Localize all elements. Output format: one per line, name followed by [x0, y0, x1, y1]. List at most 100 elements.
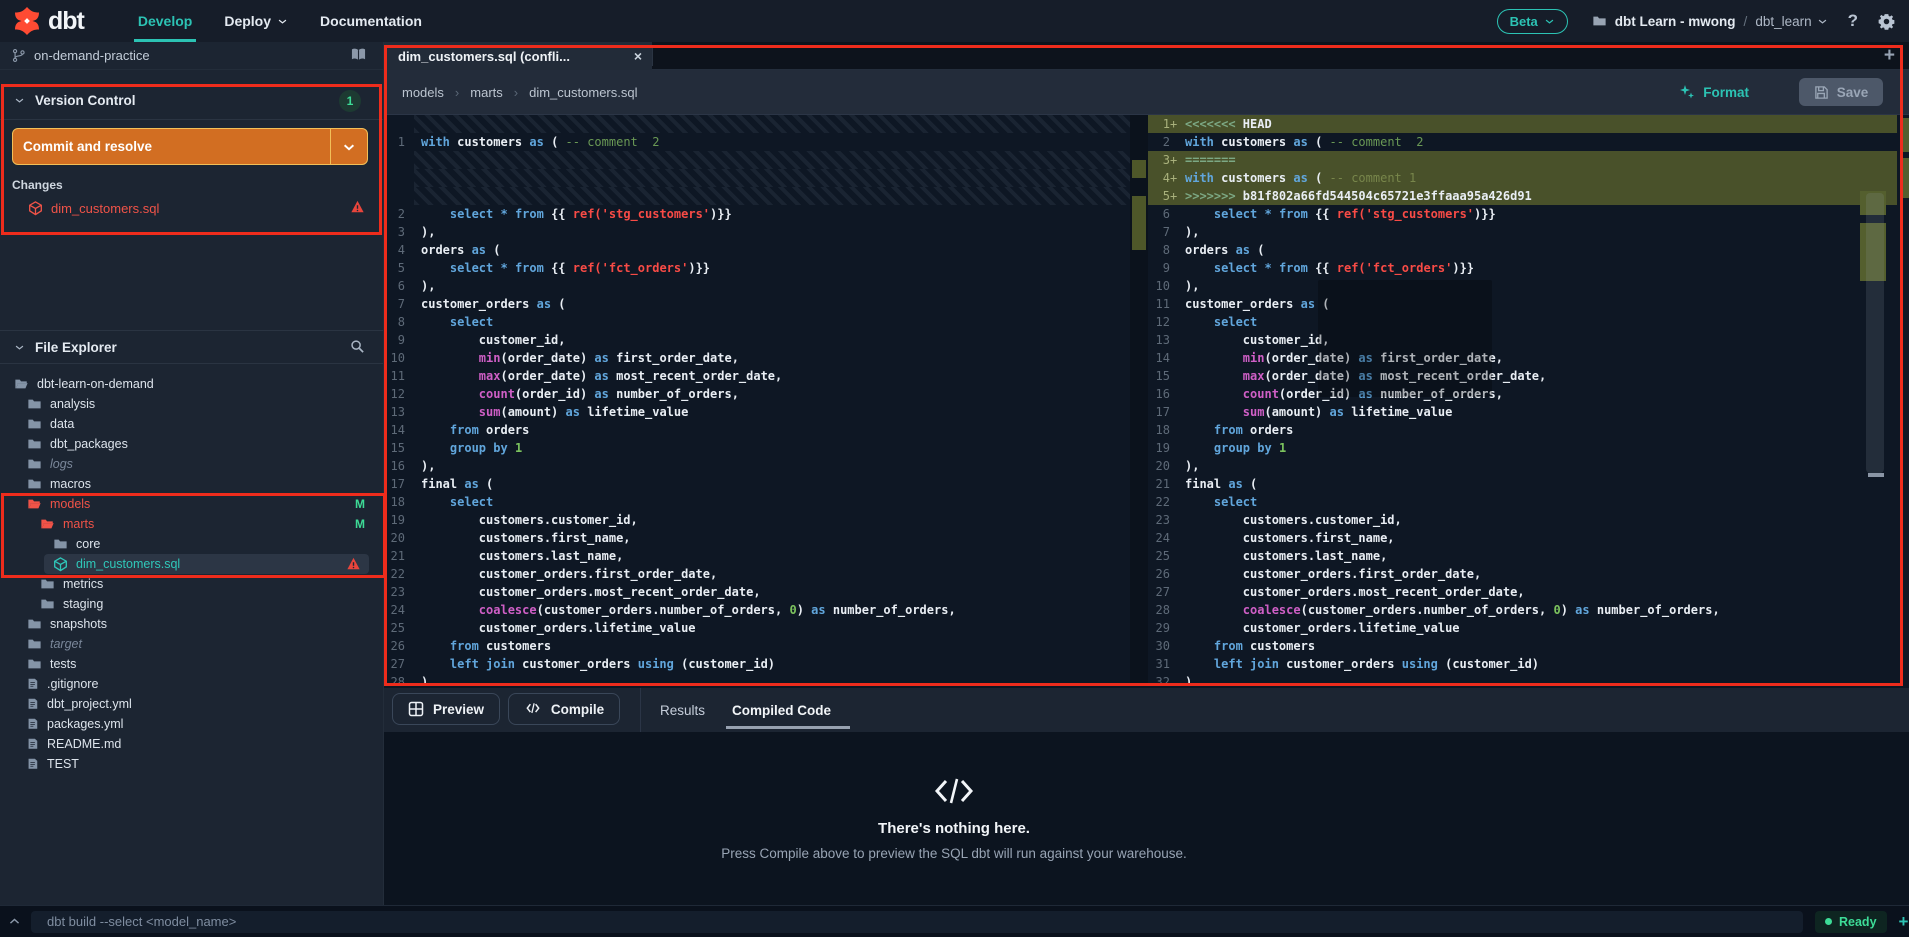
code-line-22[interactable]: 22 select: [1148, 493, 1897, 511]
code-line-9[interactable]: 9 select * from {{ ref('fct_orders')}}: [1148, 259, 1897, 277]
compile-button[interactable]: Compile: [508, 693, 620, 725]
code-hatch-row[interactable]: [384, 169, 1130, 187]
tree-item-analysis[interactable]: analysis: [0, 394, 383, 414]
tree-item--gitignore[interactable]: .gitignore: [0, 674, 383, 694]
left-pane-overview-ruler[interactable]: [1130, 115, 1148, 683]
code-line-1[interactable]: 1 with customers as ( -- comment 2: [384, 133, 1130, 151]
code-hatch-row[interactable]: [384, 187, 1130, 205]
code-line-3[interactable]: 3),: [384, 223, 1130, 241]
code-line-9[interactable]: 9 customer_id,: [384, 331, 1130, 349]
tree-item-dbt_project-yml[interactable]: dbt_project.yml: [0, 694, 383, 714]
tree-item-macros[interactable]: macros: [0, 474, 383, 494]
code-line-8[interactable]: 8 orders as (: [1148, 241, 1897, 259]
tree-item-dim_customers-sql[interactable]: dim_customers.sql: [44, 554, 369, 574]
code-line-27[interactable]: 27 customer_orders.most_recent_order_dat…: [1148, 583, 1897, 601]
code-line-7[interactable]: 7),: [1148, 223, 1897, 241]
breadcrumb-item-models[interactable]: models: [398, 83, 448, 102]
search-icon[interactable]: [350, 339, 365, 354]
diff-right-pane[interactable]: 1 + <<<<<<< HEAD 2 with customers as ( -- co…: [1148, 115, 1897, 683]
code-line-11[interactable]: 11 customer_orders as (: [1148, 295, 1897, 313]
code-line-1+[interactable]: 1 + <<<<<<< HEAD: [1148, 115, 1897, 133]
code-line-28[interactable]: 28 coalesce(customer_orders.number_of_or…: [1148, 601, 1897, 619]
code-line-11[interactable]: 11 max(order_date) as most_recent_order_…: [384, 367, 1130, 385]
code-hatch-row[interactable]: [384, 115, 1130, 133]
code-line-29[interactable]: 29 customer_orders.lifetime_value: [1148, 619, 1897, 637]
breadcrumb-item-marts[interactable]: marts: [466, 83, 507, 102]
tree-item-staging[interactable]: staging: [0, 594, 383, 614]
code-line-6[interactable]: 6 select * from {{ ref('stg_customers')}…: [1148, 205, 1897, 223]
tree-item-logs[interactable]: logs: [0, 454, 383, 474]
branch-row[interactable]: on-demand-practice: [0, 42, 383, 70]
code-line-21[interactable]: 21 customers.last_name,: [384, 547, 1130, 565]
code-line-16[interactable]: 16),: [384, 457, 1130, 475]
tree-item-TEST[interactable]: TEST: [0, 754, 383, 774]
code-line-14[interactable]: 14 from orders: [384, 421, 1130, 439]
code-line-5[interactable]: 5 select * from {{ ref('fct_orders')}}: [384, 259, 1130, 277]
code-line-26[interactable]: 26 customer_orders.first_order_date,: [1148, 565, 1897, 583]
commit-and-resolve-button[interactable]: Commit and resolve: [12, 128, 368, 165]
code-line-17[interactable]: 17 final as (: [384, 475, 1130, 493]
code-line-32[interactable]: 32): [1148, 673, 1897, 683]
nav-item-deploy[interactable]: Deploy: [208, 0, 304, 42]
changed-file-row[interactable]: dim_customers.sql: [0, 196, 383, 220]
tree-item-models[interactable]: models M: [0, 494, 383, 514]
code-line-25[interactable]: 25 customer_orders.lifetime_value: [384, 619, 1130, 637]
code-line-15[interactable]: 15 max(order_date) as most_recent_order_…: [1148, 367, 1897, 385]
code-line-28[interactable]: 28): [384, 673, 1130, 683]
code-line-8[interactable]: 8 select: [384, 313, 1130, 331]
code-line-23[interactable]: 23 customer_orders.most_recent_order_dat…: [384, 583, 1130, 601]
code-line-15[interactable]: 15 group by 1: [384, 439, 1130, 457]
code-line-5+[interactable]: 5 + >>>>>>> b81f802a66fd544504c65721e3ffaa…: [1148, 187, 1897, 205]
code-line-2[interactable]: 2 with customers as ( -- comment 2: [1148, 133, 1897, 151]
environment-selector[interactable]: dbt_learn: [1755, 14, 1827, 29]
preview-button[interactable]: Preview: [392, 693, 500, 725]
commit-options-caret[interactable]: [331, 129, 367, 164]
code-line-24[interactable]: 24 customers.first_name,: [1148, 529, 1897, 547]
code-line-24[interactable]: 24 coalesce(customer_orders.number_of_or…: [384, 601, 1130, 619]
tree-item-packages-yml[interactable]: packages.yml: [0, 714, 383, 734]
tab-results[interactable]: Results: [660, 688, 705, 732]
code-line-22[interactable]: 22 customer_orders.first_order_date,: [384, 565, 1130, 583]
new-tab-plus-icon[interactable]: +: [1884, 46, 1895, 66]
code-line-31[interactable]: 31 left join customer_orders using (cust…: [1148, 655, 1897, 673]
nav-item-documentation[interactable]: Documentation: [304, 0, 438, 42]
code-line-12[interactable]: 12 select: [1148, 313, 1897, 331]
tree-item-tests[interactable]: tests: [0, 654, 383, 674]
tree-item-snapshots[interactable]: snapshots: [0, 614, 383, 634]
nav-item-develop[interactable]: Develop: [122, 0, 208, 42]
code-line-10[interactable]: 10),: [1148, 277, 1897, 295]
code-line-17[interactable]: 17 sum(amount) as lifetime_value: [1148, 403, 1897, 421]
code-line-25[interactable]: 25 customers.last_name,: [1148, 547, 1897, 565]
tree-item-metrics[interactable]: metrics: [0, 574, 383, 594]
code-line-26[interactable]: 26 from customers: [384, 637, 1130, 655]
code-line-12[interactable]: 12 count(order_id) as number_of_orders,: [384, 385, 1130, 403]
file-explorer-header[interactable]: File Explorer: [0, 331, 383, 364]
editor-tab-dim-customers[interactable]: dim_customers.sql (confli... ×: [384, 42, 652, 70]
save-button[interactable]: Save: [1799, 78, 1883, 106]
code-line-16[interactable]: 16 count(order_id) as number_of_orders,: [1148, 385, 1897, 403]
code-line-10[interactable]: 10 min(order_date) as first_order_date,: [384, 349, 1130, 367]
tree-item-data[interactable]: data: [0, 414, 383, 434]
code-line-14[interactable]: 14 min(order_date) as first_order_date,: [1148, 349, 1897, 367]
code-line-6[interactable]: 6),: [384, 277, 1130, 295]
help-icon[interactable]: ?: [1848, 11, 1858, 31]
code-line-21[interactable]: 21 final as (: [1148, 475, 1897, 493]
code-line-20[interactable]: 20),: [1148, 457, 1897, 475]
code-line-23[interactable]: 23 customers.customer_id,: [1148, 511, 1897, 529]
tree-item-README-md[interactable]: README.md: [0, 734, 383, 754]
plus-icon[interactable]: +: [1899, 912, 1909, 932]
scrollbar-thumb[interactable]: [1866, 193, 1884, 473]
tree-item-dbt-learn-on-demand[interactable]: dbt-learn-on-demand: [0, 374, 383, 394]
format-button[interactable]: Format: [1679, 84, 1749, 100]
gear-icon[interactable]: [1878, 13, 1895, 30]
dbt-logo[interactable]: dbt: [12, 6, 85, 36]
breadcrumb-item-dim_customers-sql[interactable]: dim_customers.sql: [525, 83, 641, 102]
beta-dropdown[interactable]: Beta: [1496, 8, 1568, 34]
tree-item-marts[interactable]: marts M: [0, 514, 383, 534]
diff-left-pane[interactable]: 1 with customers as ( -- comment 2 2 selec…: [384, 115, 1130, 683]
code-line-13[interactable]: 13 sum(amount) as lifetime_value: [384, 403, 1130, 421]
code-line-30[interactable]: 30 from customers: [1148, 637, 1897, 655]
code-line-4[interactable]: 4 orders as (: [384, 241, 1130, 259]
book-icon[interactable]: [350, 47, 367, 62]
tree-item-target[interactable]: target: [0, 634, 383, 654]
